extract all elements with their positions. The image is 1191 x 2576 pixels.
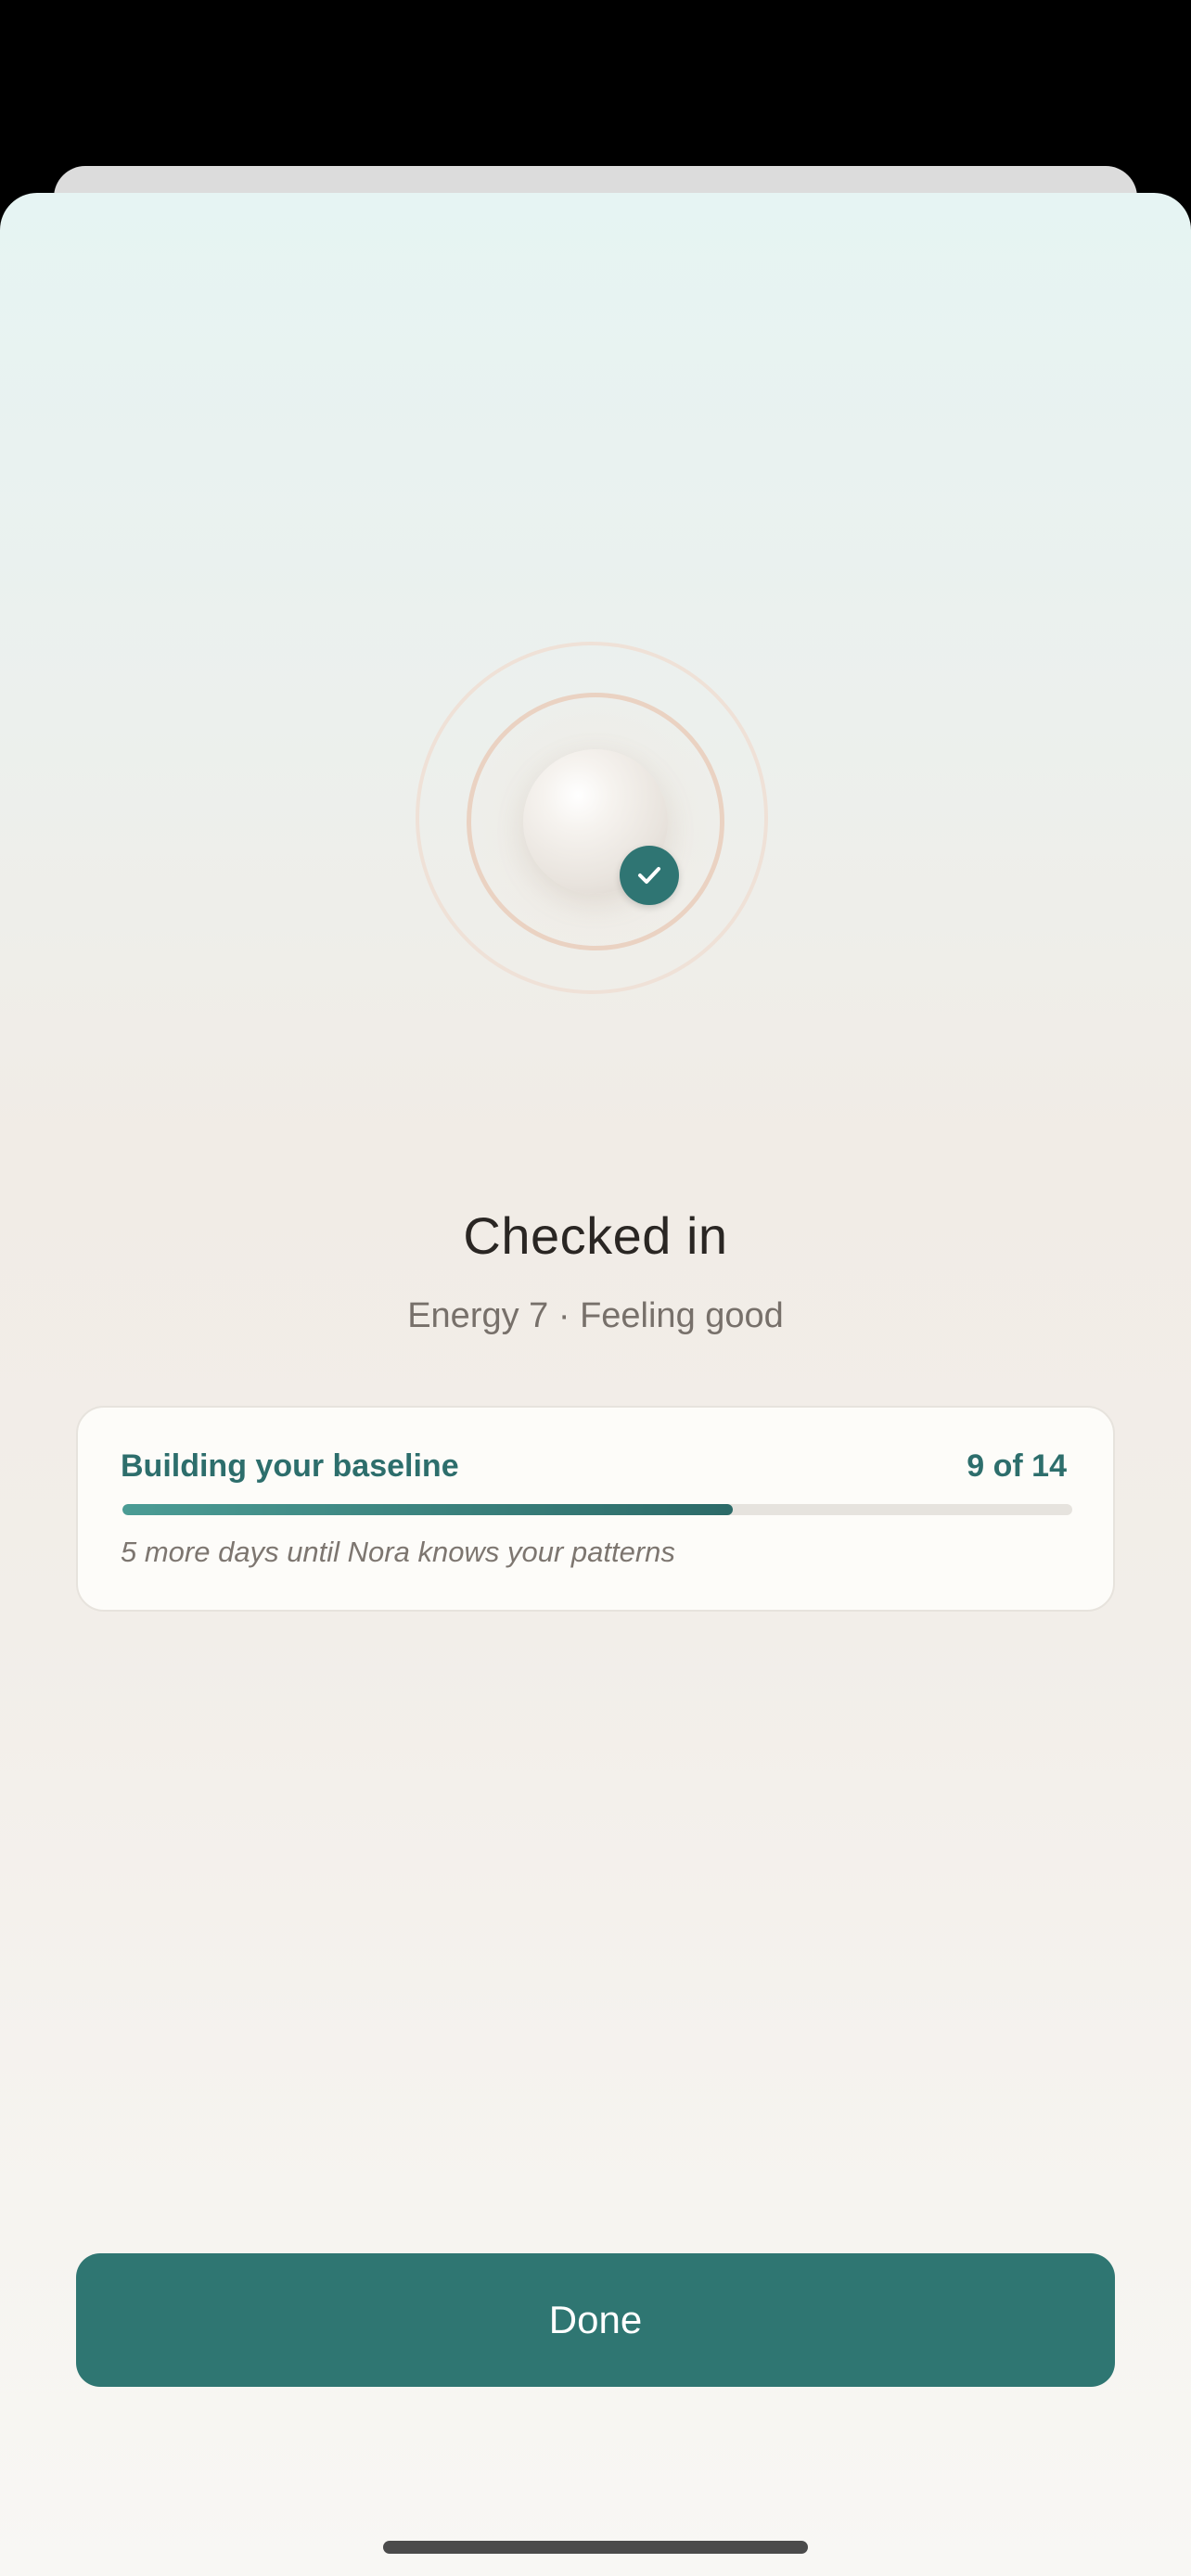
baseline-progress-fill [122, 1504, 734, 1515]
baseline-progress-card: Building your baseline 9 of 14 5 more da… [76, 1406, 1115, 1612]
baseline-title: Building your baseline [121, 1448, 459, 1484]
checkin-orb-graphic [410, 636, 781, 1007]
checkmark-icon [620, 846, 679, 905]
checkin-confirmation-sheet [0, 193, 1191, 2576]
checkin-summary: Energy 7 · Feeling good [407, 1296, 784, 1335]
baseline-progress-bar [122, 1504, 1072, 1515]
screen: Checked in Energy 7 · Feeling good Build… [0, 0, 1191, 2576]
baseline-count: 9 of 14 [967, 1448, 1067, 1484]
checkmark-icon-glyph [638, 867, 660, 884]
done-button[interactable]: Done [76, 2253, 1115, 2387]
page-title: Checked in [463, 1206, 728, 1265]
home-indicator[interactable] [383, 2541, 808, 2554]
baseline-note: 5 more days until Nora knows your patter… [121, 1536, 675, 1568]
